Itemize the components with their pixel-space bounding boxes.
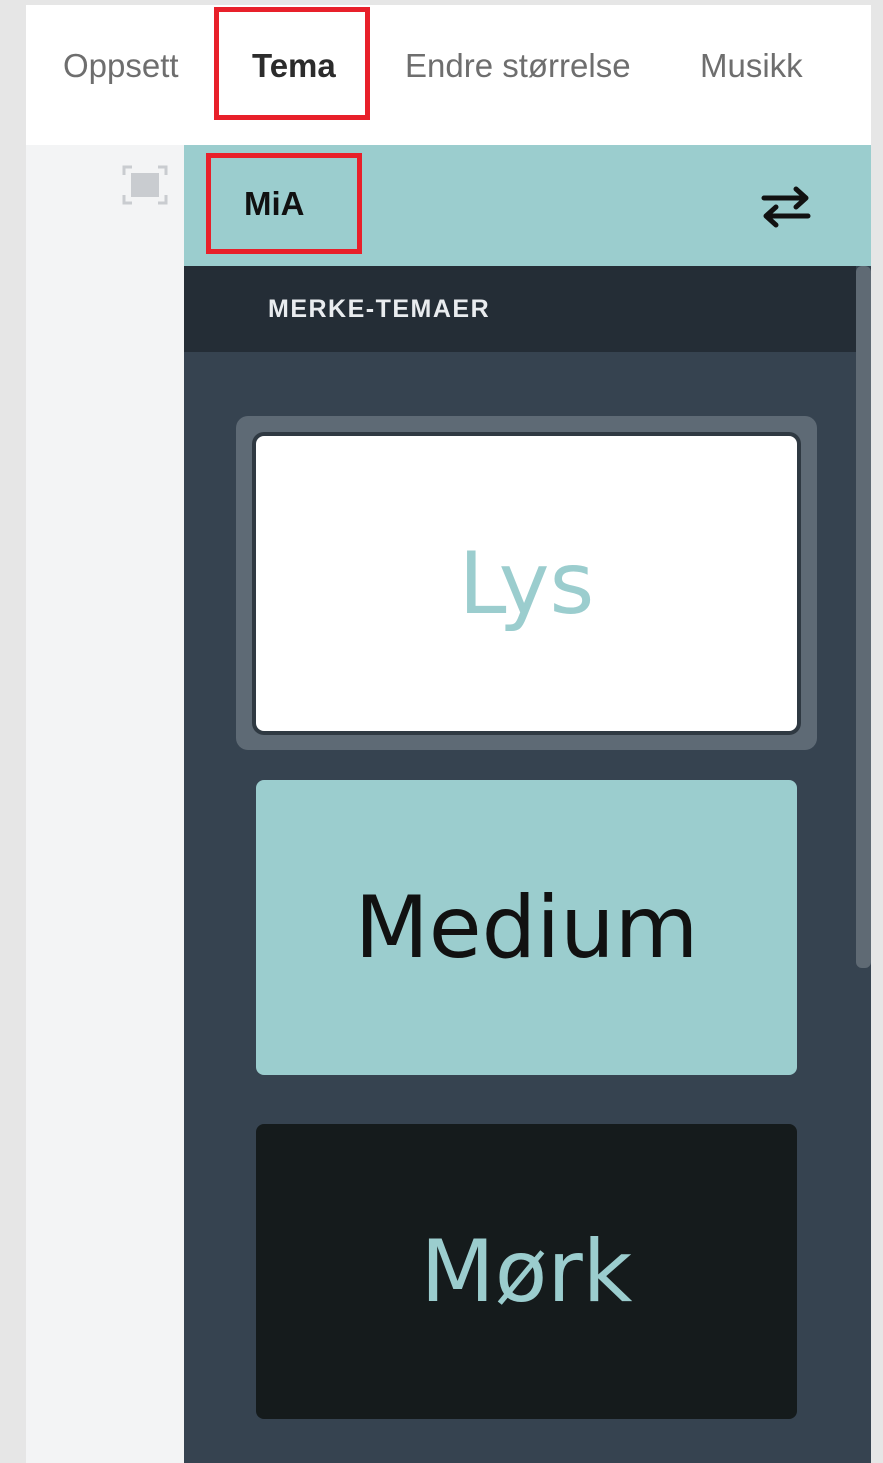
left-gutter	[26, 145, 184, 1463]
theme-card-mork[interactable]: Mørk	[256, 1124, 797, 1419]
theme-panel: MiA MERKE-TEMAER Lys Medium Mørk	[184, 145, 871, 1463]
tab-bar: Oppsett Tema Endre størrelse Musikk	[26, 5, 871, 145]
tab-oppsett[interactable]: Oppsett	[63, 41, 179, 91]
brand-name[interactable]: MiA	[244, 183, 305, 225]
scrollbar-thumb[interactable]	[856, 266, 871, 968]
theme-editor: Oppsett Tema Endre størrelse Musikk MiA …	[26, 5, 871, 1463]
section-header: MERKE-TEMAER	[184, 266, 856, 352]
tab-endre-storrelse[interactable]: Endre størrelse	[405, 41, 631, 91]
fit-to-screen-icon[interactable]	[122, 165, 168, 205]
section-title: MERKE-TEMAER	[268, 295, 491, 323]
theme-card-label: Lys	[458, 533, 595, 634]
tab-tema[interactable]: Tema	[252, 41, 336, 91]
swap-arrows-icon[interactable]	[758, 185, 814, 229]
tab-musikk[interactable]: Musikk	[700, 41, 803, 91]
brand-bar: MiA	[184, 145, 871, 266]
theme-card-lys[interactable]: Lys	[256, 436, 797, 731]
theme-card-medium[interactable]: Medium	[256, 780, 797, 1075]
scrollbar[interactable]	[856, 266, 871, 1463]
theme-card-label: Medium	[354, 877, 699, 978]
theme-card-label: Mørk	[420, 1221, 633, 1322]
